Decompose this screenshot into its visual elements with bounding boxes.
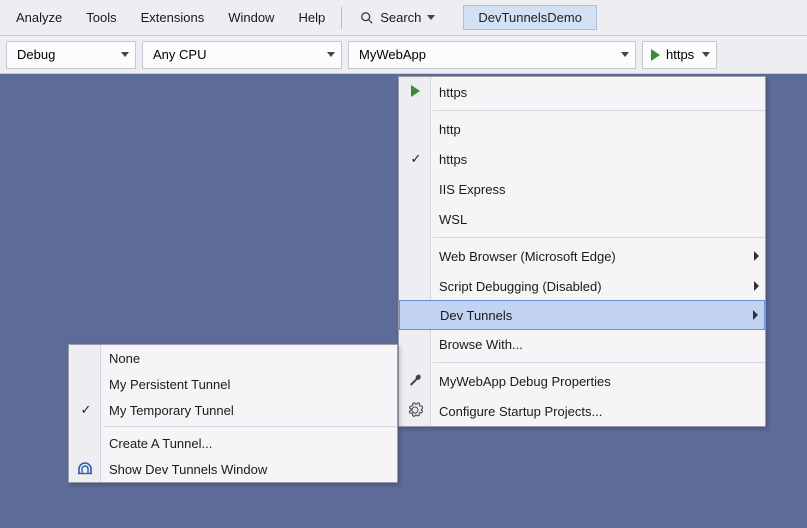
run-item-web-browser[interactable]: Web Browser (Microsoft Edge): [399, 241, 765, 271]
platform-value: Any CPU: [153, 47, 206, 62]
item-label: IIS Express: [439, 182, 505, 197]
search-button[interactable]: Search: [350, 6, 445, 29]
run-item-https[interactable]: ✓ https: [399, 144, 765, 174]
tunnel-item-temporary[interactable]: ✓ My Temporary Tunnel: [69, 397, 397, 423]
play-icon: [405, 85, 425, 100]
dropdown-separator: [433, 237, 765, 238]
run-item-configure-startup[interactable]: Configure Startup Projects...: [399, 396, 765, 426]
item-label: Web Browser (Microsoft Edge): [439, 249, 616, 264]
tunnel-item-persistent[interactable]: My Persistent Tunnel: [69, 371, 397, 397]
run-item-dev-tunnels[interactable]: Dev Tunnels: [399, 300, 765, 330]
run-item-browse-with[interactable]: Browse With...: [399, 329, 765, 359]
item-label: Dev Tunnels: [440, 308, 512, 323]
menu-window[interactable]: Window: [216, 4, 286, 31]
project-badge[interactable]: DevTunnelsDemo: [463, 5, 597, 30]
play-icon: [651, 49, 660, 61]
caret-down-icon: [327, 52, 335, 57]
menu-analyze[interactable]: Analyze: [4, 4, 74, 31]
submenu-arrow-icon: [753, 310, 758, 320]
dropdown-separator: [433, 110, 765, 111]
dropdown-separator: [433, 362, 765, 363]
item-label: Configure Startup Projects...: [439, 404, 602, 419]
tunnel-item-none[interactable]: None: [69, 345, 397, 371]
item-label: https: [439, 152, 467, 167]
startup-combo[interactable]: MyWebApp: [348, 41, 636, 69]
run-item-iis-express[interactable]: IIS Express: [399, 174, 765, 204]
startup-value: MyWebApp: [359, 47, 426, 62]
run-item-http[interactable]: http: [399, 114, 765, 144]
caret-down-icon: [427, 15, 435, 20]
item-label: Script Debugging (Disabled): [439, 279, 602, 294]
menu-separator: [341, 7, 342, 29]
item-label: My Persistent Tunnel: [109, 377, 230, 392]
submenu-arrow-icon: [754, 251, 759, 261]
config-combo[interactable]: Debug: [6, 41, 136, 69]
toolbar: Debug Any CPU MyWebApp https: [0, 36, 807, 74]
tunnel-icon: [75, 460, 95, 479]
item-label: WSL: [439, 212, 467, 227]
run-button[interactable]: https: [642, 41, 717, 69]
run-item-debug-properties[interactable]: MyWebApp Debug Properties: [399, 366, 765, 396]
caret-down-icon: [621, 52, 629, 57]
tunnel-item-show-window[interactable]: Show Dev Tunnels Window: [69, 456, 397, 482]
menu-bar: Analyze Tools Extensions Window Help Sea…: [0, 0, 807, 36]
item-label: Create A Tunnel...: [109, 436, 212, 451]
config-value: Debug: [17, 47, 55, 62]
search-label: Search: [380, 10, 421, 25]
check-icon: ✓: [77, 402, 95, 418]
menu-tools[interactable]: Tools: [74, 4, 128, 31]
run-item-https-top[interactable]: https: [399, 77, 765, 107]
caret-down-icon: [702, 52, 710, 57]
run-item-wsl[interactable]: WSL: [399, 204, 765, 234]
platform-combo[interactable]: Any CPU: [142, 41, 342, 69]
item-label: http: [439, 122, 461, 137]
check-icon: ✓: [407, 151, 425, 167]
menu-extensions[interactable]: Extensions: [129, 4, 217, 31]
submenu-arrow-icon: [754, 281, 759, 291]
item-label: Browse With...: [439, 337, 523, 352]
item-label: None: [109, 351, 140, 366]
search-icon: [360, 11, 374, 25]
run-label: https: [666, 47, 694, 62]
item-label: https: [439, 85, 467, 100]
caret-down-icon: [121, 52, 129, 57]
dropdown-separator: [103, 426, 397, 427]
menu-help[interactable]: Help: [286, 4, 337, 31]
gear-icon: [405, 402, 425, 421]
dev-tunnels-submenu: None My Persistent Tunnel ✓ My Temporary…: [68, 344, 398, 483]
run-dropdown: https http ✓ https IIS Express WSL Web B…: [398, 76, 766, 427]
item-label: Show Dev Tunnels Window: [109, 462, 267, 477]
item-label: MyWebApp Debug Properties: [439, 374, 611, 389]
run-item-script-debugging[interactable]: Script Debugging (Disabled): [399, 271, 765, 301]
item-label: My Temporary Tunnel: [109, 403, 234, 418]
tunnel-item-create[interactable]: Create A Tunnel...: [69, 430, 397, 456]
wrench-icon: [405, 372, 425, 391]
